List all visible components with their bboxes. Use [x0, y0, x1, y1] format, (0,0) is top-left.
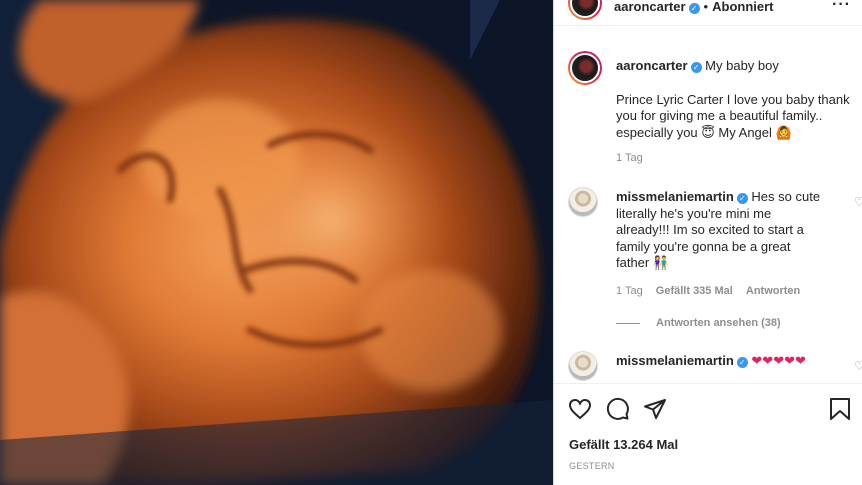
comment-like-heart-icon[interactable]: ♡ [854, 359, 862, 373]
post-actions: Gefällt 13.264 Mal GESTERN [554, 383, 862, 485]
caption-avatar[interactable] [568, 51, 602, 85]
heart-icon[interactable] [568, 397, 592, 421]
likes-count[interactable]: Gefällt 13.264 Mal [569, 437, 678, 452]
comment-icon[interactable] [606, 397, 630, 421]
caption-body: Prince Lyric Carter I love you baby than… [616, 91, 850, 140]
view-replies-button[interactable]: Antworten ansehen (38) [616, 317, 781, 329]
comment-body: ❤❤❤❤❤ [751, 353, 806, 368]
share-icon[interactable] [643, 397, 667, 421]
comment-username[interactable]: missmelaniemartin [616, 189, 734, 204]
header-line: aaroncarter ✓ • Abonniert [614, 0, 774, 14]
verified-badge-icon: ✓ [736, 357, 748, 368]
comments-list[interactable]: aaroncarter ✓ My baby boy Prince Lyric Ca… [554, 27, 862, 383]
caption-title: My baby boy [705, 58, 779, 73]
post-sidebar: aaroncarter ✓ • Abonniert ··· aaroncarter ✓ … [553, 0, 862, 485]
verified-badge-icon: ✓ [690, 62, 702, 73]
separator-dot: • [703, 0, 709, 14]
caption-meta: 1 Tag [616, 152, 653, 164]
comment-meta: 1 Tag Gefällt 335 Mal Antworten [616, 285, 810, 297]
comment-text-block: missmelaniemartin ✓ Hes so cute literally… [616, 189, 826, 272]
comment-time[interactable]: 1 Tag [616, 285, 643, 297]
follow-status-button[interactable]: Abonniert [712, 0, 773, 14]
bookmark-icon[interactable] [828, 397, 852, 421]
post-image[interactable] [0, 0, 553, 485]
comment-likes[interactable]: Gefällt 335 Mal [656, 285, 733, 297]
caption-username[interactable]: aaroncarter [616, 58, 688, 73]
verified-badge-icon: ✓ [736, 193, 748, 204]
verified-badge-icon: ✓ [688, 3, 700, 14]
commenter-avatar[interactable] [568, 187, 598, 217]
comment-username[interactable]: missmelaniemartin [616, 353, 734, 368]
comment-like-heart-icon[interactable]: ♡ [854, 195, 862, 209]
post-header: aaroncarter ✓ • Abonniert ··· [554, 0, 862, 26]
caption-text-block: aaroncarter ✓ My baby boy Prince Lyric Ca… [616, 58, 856, 141]
commenter-avatar[interactable] [568, 351, 598, 381]
author-username[interactable]: aaroncarter [614, 0, 686, 14]
caption-time[interactable]: 1 Tag [616, 152, 643, 164]
post-date[interactable]: GESTERN [569, 461, 615, 471]
more-horizontal-icon[interactable]: ··· [832, 0, 851, 14]
ultrasound-photo [0, 0, 553, 485]
comment-reply-button[interactable]: Antworten [746, 285, 800, 297]
author-avatar[interactable] [568, 0, 602, 20]
comment-text-block: missmelaniemartin ✓ ❤❤❤❤❤ [616, 353, 826, 370]
